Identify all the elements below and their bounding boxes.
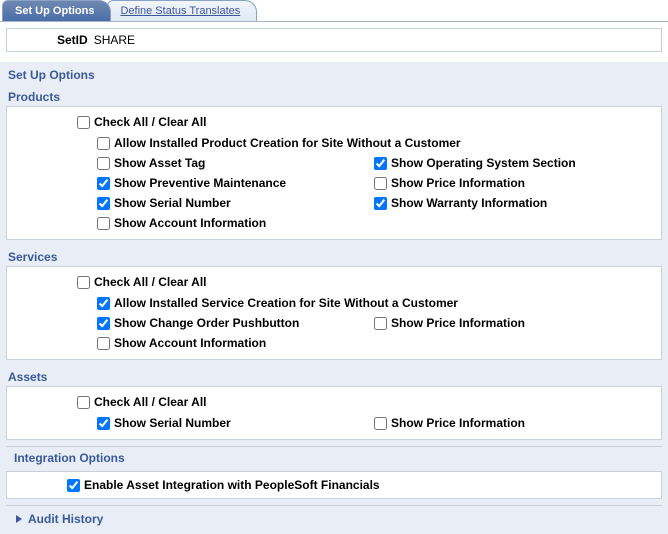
allow-installed-service-label: Allow Installed Service Creation for Sit…: [114, 296, 458, 310]
triangle-right-icon: [16, 515, 22, 523]
services-allow-installed-row: Allow Installed Service Creation for Sit…: [97, 293, 651, 313]
show-account-label: Show Account Information: [114, 216, 266, 230]
tab-label: Set Up Options: [15, 5, 94, 17]
services-check-all-row: Check All / Clear All: [17, 273, 651, 293]
subsection-title-assets: Assets: [0, 366, 668, 386]
tab-label: Define Status Translates: [120, 5, 240, 17]
products-check-all-row: Check All / Clear All: [17, 113, 651, 133]
show-warranty-label: Show Warranty Information: [391, 196, 547, 210]
assets-check-all-row: Check All / Clear All: [17, 393, 651, 413]
audit-history-toggle[interactable]: Audit History: [6, 505, 662, 532]
show-warranty-row: Show Warranty Information: [374, 193, 651, 213]
show-asset-tag-checkbox[interactable]: [97, 157, 110, 170]
asset-show-serial-label: Show Serial Number: [114, 416, 231, 430]
products-options: Allow Installed Product Creation for Sit…: [17, 133, 651, 233]
asset-show-price-label: Show Price Information: [391, 416, 525, 430]
show-change-order-row: Show Change Order Pushbutton: [97, 313, 374, 333]
show-account-row: Show Account Information: [97, 213, 374, 233]
allow-installed-product-checkbox[interactable]: [97, 137, 110, 150]
show-change-order-label: Show Change Order Pushbutton: [114, 316, 299, 330]
section-title-setup-options: Set Up Options: [0, 62, 668, 86]
enable-asset-integration-label: Enable Asset Integration with PeopleSoft…: [84, 478, 380, 492]
asset-show-price-checkbox[interactable]: [374, 417, 387, 430]
subsection-title-products: Products: [0, 86, 668, 106]
tab-define-status-translates[interactable]: Define Status Translates: [107, 0, 257, 21]
show-price-row: Show Price Information: [374, 173, 651, 193]
setid-label: SetID: [57, 33, 88, 47]
subsection-title-services: Services: [0, 246, 668, 266]
products-panel: Check All / Clear All Allow Installed Pr…: [6, 106, 662, 240]
page-root: Set Up Options Define Status Translates …: [0, 0, 668, 534]
svc-show-account-label: Show Account Information: [114, 336, 266, 350]
show-serial-row: Show Serial Number: [97, 193, 374, 213]
allow-installed-product-label: Allow Installed Product Creation for Sit…: [114, 136, 461, 150]
products-check-all-checkbox[interactable]: [77, 116, 90, 129]
enable-asset-integration-checkbox[interactable]: [67, 479, 80, 492]
audit-history-label: Audit History: [28, 512, 103, 526]
show-os-label: Show Operating System Section: [391, 156, 576, 170]
assets-panel: Check All / Clear All Show Serial Number…: [6, 386, 662, 440]
show-serial-label: Show Serial Number: [114, 196, 231, 210]
integration-panel: Enable Asset Integration with PeopleSoft…: [6, 471, 662, 499]
assets-options: Show Serial Number Show Price Informatio…: [17, 413, 651, 433]
enable-asset-integration-row: Enable Asset Integration with PeopleSoft…: [67, 478, 651, 492]
tabs-row: Set Up Options Define Status Translates: [0, 0, 668, 22]
show-os-row: Show Operating System Section: [374, 153, 651, 173]
main-area: Set Up Options Products Check All / Clea…: [0, 62, 668, 534]
setid-value: SHARE: [94, 33, 135, 47]
services-check-all-label: Check All / Clear All: [94, 275, 206, 289]
svc-show-price-row: Show Price Information: [374, 313, 651, 333]
asset-show-serial-row: Show Serial Number: [97, 413, 374, 433]
assets-check-all-checkbox[interactable]: [77, 396, 90, 409]
svc-show-price-label: Show Price Information: [391, 316, 525, 330]
show-serial-checkbox[interactable]: [97, 197, 110, 210]
services-check-all-checkbox[interactable]: [77, 276, 90, 289]
show-pm-row: Show Preventive Maintenance: [97, 173, 374, 193]
setid-bar: SetID SHARE: [6, 28, 662, 52]
services-options: Allow Installed Service Creation for Sit…: [17, 293, 651, 353]
products-allow-installed-row: Allow Installed Product Creation for Sit…: [97, 133, 651, 153]
svc-show-account-row: Show Account Information: [97, 333, 374, 353]
show-warranty-checkbox[interactable]: [374, 197, 387, 210]
show-pm-label: Show Preventive Maintenance: [114, 176, 286, 190]
asset-show-price-row: Show Price Information: [374, 413, 651, 433]
show-asset-tag-label: Show Asset Tag: [114, 156, 205, 170]
integration-title: Integration Options: [6, 446, 662, 465]
show-change-order-checkbox[interactable]: [97, 317, 110, 330]
tab-setup-options[interactable]: Set Up Options: [2, 0, 111, 21]
show-account-checkbox[interactable]: [97, 217, 110, 230]
show-price-label: Show Price Information: [391, 176, 525, 190]
show-os-checkbox[interactable]: [374, 157, 387, 170]
asset-show-serial-checkbox[interactable]: [97, 417, 110, 430]
svc-show-price-checkbox[interactable]: [374, 317, 387, 330]
show-price-checkbox[interactable]: [374, 177, 387, 190]
allow-installed-service-checkbox[interactable]: [97, 297, 110, 310]
svc-show-account-checkbox[interactable]: [97, 337, 110, 350]
products-check-all-label: Check All / Clear All: [94, 115, 206, 129]
show-asset-tag-row: Show Asset Tag: [97, 153, 374, 173]
show-pm-checkbox[interactable]: [97, 177, 110, 190]
assets-check-all-label: Check All / Clear All: [94, 395, 206, 409]
services-panel: Check All / Clear All Allow Installed Se…: [6, 266, 662, 360]
